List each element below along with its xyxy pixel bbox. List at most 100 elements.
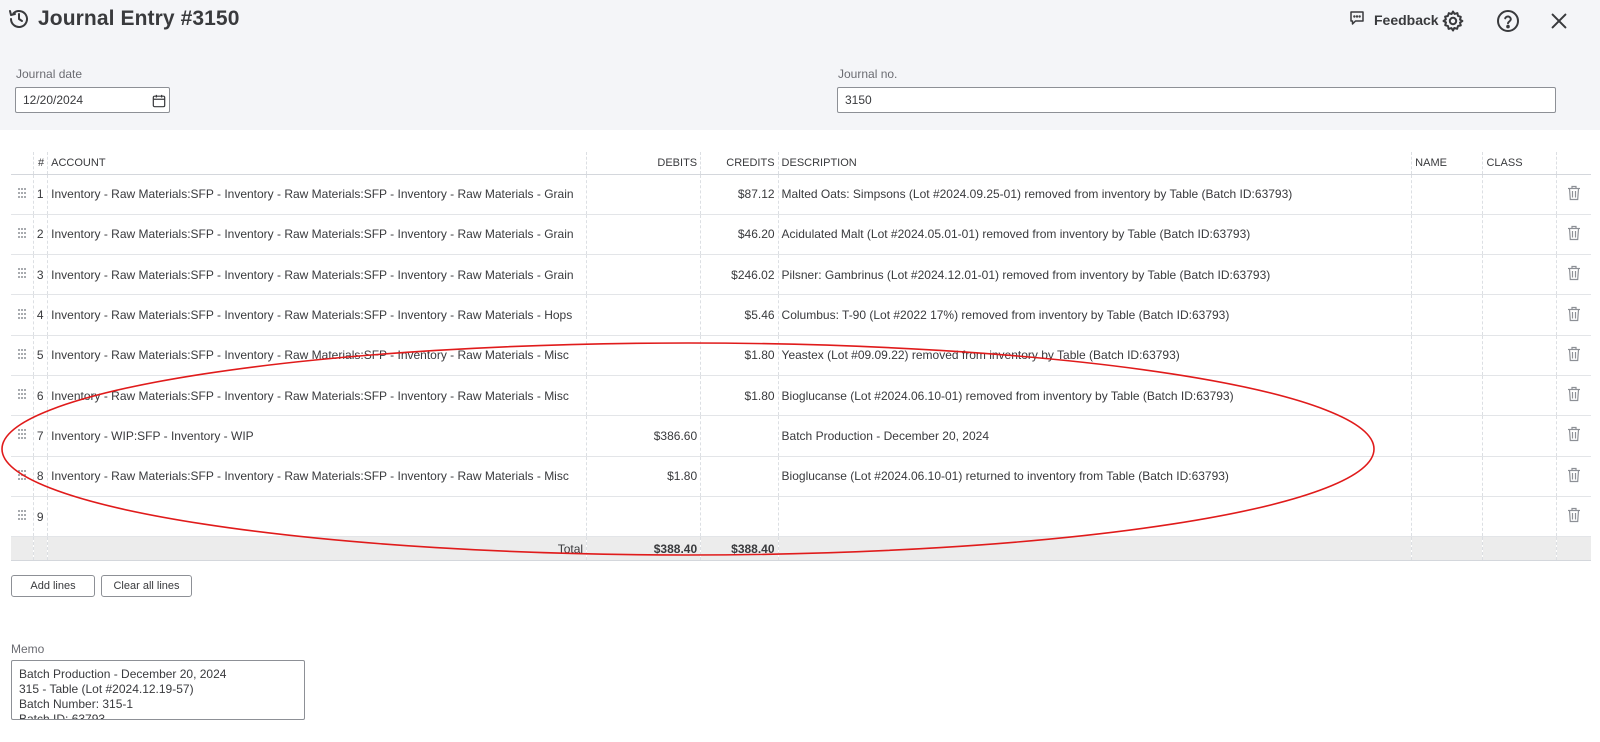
trash-icon[interactable] [1556,174,1591,215]
debit-cell[interactable] [586,496,702,538]
class-cell[interactable] [1482,214,1557,256]
class-cell[interactable] [1482,335,1557,376]
name-cell[interactable] [1411,214,1484,256]
description-cell[interactable]: Bioglucanse (Lot #2024.06.10-01) returne… [778,456,1413,497]
account-cell[interactable]: Inventory - Raw Materials:SFP - Inventor… [47,254,588,296]
account-cell[interactable]: Inventory - WIP:SFP - Inventory - WIP [47,415,588,457]
debit-cell[interactable] [586,174,702,215]
drag-handle-icon[interactable] [11,335,34,376]
name-cell[interactable] [1411,294,1484,336]
description-cell[interactable] [778,496,1413,538]
memo-line: 315 - Table (Lot #2024.12.19-57) [19,682,194,696]
description-cell[interactable]: Columbus: T-90 (Lot #2022 17%) removed f… [778,294,1413,336]
table-row[interactable]: 2 Inventory - Raw Materials:SFP - Invento… [11,214,1591,256]
calendar-icon[interactable] [152,94,166,108]
trash-icon[interactable] [1556,415,1591,457]
trash-icon[interactable] [1556,375,1591,417]
class-cell[interactable] [1482,254,1557,296]
credit-cell[interactable]: $5.46 [700,294,779,336]
clear-all-lines-button[interactable]: Clear all lines [101,575,192,597]
description-cell[interactable]: Malted Oats: Simpsons (Lot #2024.09.25-0… [778,174,1413,215]
drag-handle-icon[interactable] [11,254,34,296]
table-row[interactable]: 9 [11,496,1591,538]
credit-cell[interactable]: $46.20 [700,214,779,256]
credit-cell[interactable]: $87.12 [700,174,779,215]
drag-handle-icon[interactable] [11,375,34,417]
debit-cell[interactable] [586,375,702,417]
table-row[interactable]: 4 Inventory - Raw Materials:SFP - Invento… [11,294,1591,336]
debit-cell[interactable]: $1.80 [586,456,702,497]
name-cell[interactable] [1411,415,1484,457]
table-row[interactable]: 5 Inventory - Raw Materials:SFP - Invento… [11,335,1591,376]
trash-icon[interactable] [1556,254,1591,296]
name-cell[interactable] [1411,496,1484,538]
table-row[interactable]: 8 Inventory - Raw Materials:SFP - Invento… [11,456,1591,497]
drag-handle-icon[interactable] [11,496,34,538]
account-cell[interactable]: Inventory - Raw Materials:SFP - Inventor… [47,335,588,376]
trash-icon[interactable] [1556,496,1591,538]
credit-cell[interactable]: $246.02 [700,254,779,296]
name-cell[interactable] [1411,375,1484,417]
account-cell[interactable]: Inventory - Raw Materials:SFP - Inventor… [47,294,588,336]
table-row[interactable]: 3 Inventory - Raw Materials:SFP - Invento… [11,254,1591,296]
account-cell[interactable]: Inventory - Raw Materials:SFP - Inventor… [47,214,588,256]
help-icon[interactable] [1495,8,1521,34]
account-cell[interactable]: Inventory - Raw Materials:SFP - Inventor… [47,174,588,215]
account-cell[interactable]: Inventory - Raw Materials:SFP - Inventor… [47,456,588,497]
journal-date-input[interactable] [15,87,170,113]
credit-cell[interactable] [700,456,779,497]
debit-cell[interactable] [586,214,702,256]
debit-cell[interactable] [586,335,702,376]
drag-handle-icon[interactable] [11,456,34,497]
class-cell[interactable] [1482,415,1557,457]
class-cell[interactable] [1482,294,1557,336]
trash-icon[interactable] [1556,335,1591,376]
class-cell[interactable] [1482,456,1557,497]
description-cell[interactable]: Yeastex (Lot #09.09.22) removed from inv… [778,335,1413,376]
description-cell[interactable]: Acidulated Malt (Lot #2024.05.01-01) rem… [778,214,1413,256]
name-cell[interactable] [1411,456,1484,497]
table-row[interactable]: 6 Inventory - Raw Materials:SFP - Invento… [11,375,1591,417]
drag-handle-icon[interactable] [11,214,34,256]
add-lines-button[interactable]: Add lines [11,575,95,597]
debit-cell[interactable] [586,254,702,296]
table-row[interactable]: 7 Inventory - WIP:SFP - Inventory - WIP $3… [11,415,1591,457]
credit-cell[interactable]: $1.80 [700,335,779,376]
class-cell[interactable] [1482,174,1557,215]
name-cell[interactable] [1411,174,1484,215]
credit-cell[interactable]: $1.80 [700,375,779,417]
class-cell[interactable] [1482,496,1557,538]
trash-icon[interactable] [1556,214,1591,256]
table-row[interactable]: 1 Inventory - Raw Materials:SFP - Invento… [11,174,1591,215]
journal-no-input[interactable] [837,87,1556,113]
feedback-button[interactable]: Feedback [1348,9,1439,30]
memo-textarea[interactable]: Batch Production - December 20, 2024 315… [11,660,305,720]
feedback-icon [1348,9,1366,30]
close-icon[interactable] [1546,8,1572,34]
number-column-header: # [33,152,49,175]
description-cell[interactable]: Batch Production - December 20, 2024 [778,415,1413,457]
trash-icon[interactable] [1556,294,1591,336]
name-cell[interactable] [1411,335,1484,376]
credit-cell[interactable] [700,415,779,457]
trash-icon[interactable] [1556,456,1591,497]
table-header-row: # ACCOUNT DEBITS CREDITS DESCRIPTION NAM… [11,152,1591,175]
drag-handle-icon[interactable] [11,174,34,215]
memo-line: Batch Number: 315-1 [19,697,134,711]
name-cell[interactable] [1411,254,1484,296]
debit-cell[interactable] [586,294,702,336]
account-cell[interactable] [47,496,588,538]
description-cell[interactable]: Bioglucanse (Lot #2024.06.10-01) removed… [778,375,1413,417]
description-column-header: DESCRIPTION [778,152,1413,175]
drag-handle-icon[interactable] [11,415,34,457]
drag-handle-icon[interactable] [11,294,34,336]
debit-cell[interactable]: $386.60 [586,415,702,457]
journal-lines-table: # ACCOUNT DEBITS CREDITS DESCRIPTION NAM… [11,152,1591,562]
history-icon[interactable] [6,6,32,32]
credit-cell[interactable] [700,496,779,538]
memo-line: Batch ID: 63793 [19,712,106,720]
class-cell[interactable] [1482,375,1557,417]
description-cell[interactable]: Pilsner: Gambrinus (Lot #2024.12.01-01) … [778,254,1413,296]
gear-icon[interactable] [1440,8,1466,34]
account-cell[interactable]: Inventory - Raw Materials:SFP - Inventor… [47,375,588,417]
